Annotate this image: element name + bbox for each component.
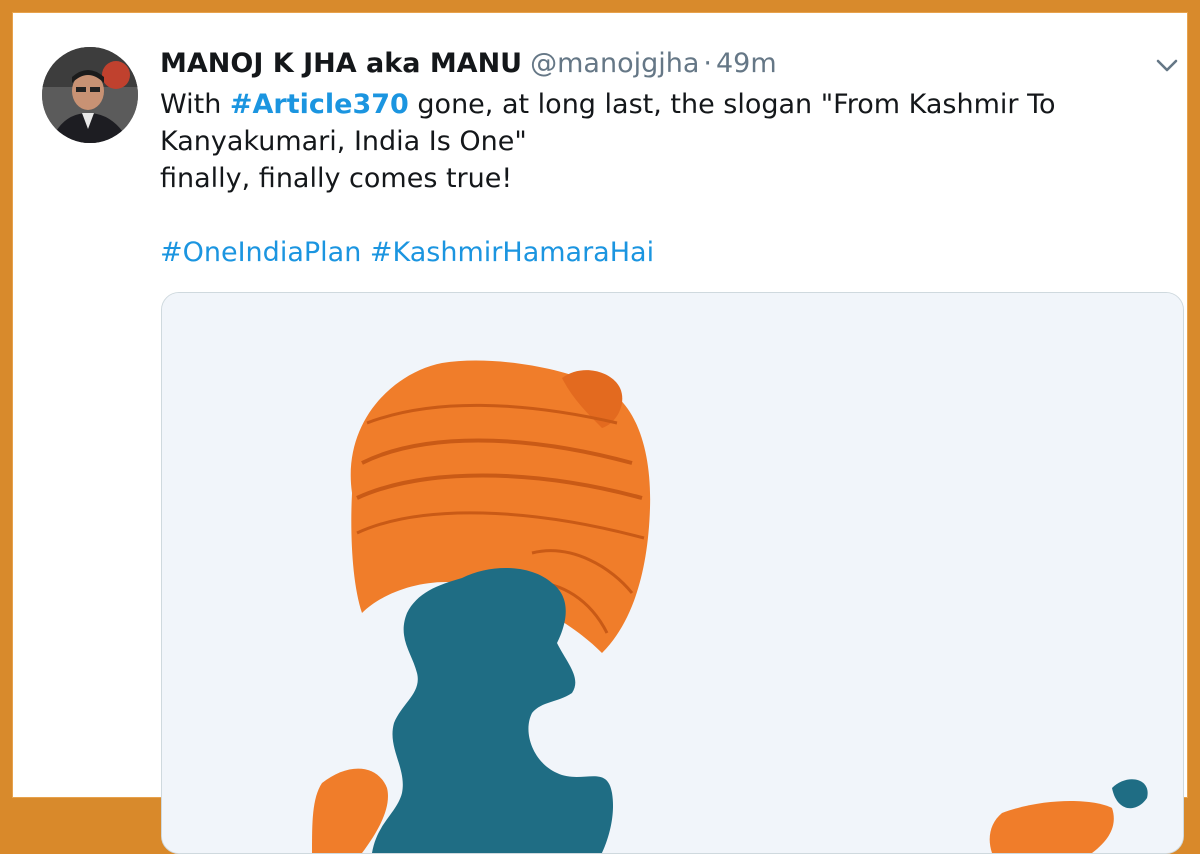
tweet-text-line-2: Kanyakumari, India Is One" [160,126,527,157]
hashtag-kashmirhamarahai[interactable]: #KashmirHamaraHai [370,237,654,268]
separator-dot: · [703,48,712,79]
tweet-text-line-1: With #Article370 gone, at long last, the… [160,89,1056,120]
tweet-card[interactable]: MANOJ K JHA aka MANU @manojgjha · 49m With … [12,12,1188,854]
author-handle[interactable]: @manojgjha [530,48,699,79]
hashtag-article370[interactable]: #Article370 [230,89,409,120]
tweet-text-line-3: finally, finally comes true! [160,163,513,194]
image-frame: MANOJ K JHA aka MANU @manojgjha · 49m With … [0,0,1200,854]
hashtag-oneindiaplan[interactable]: #OneIndiaPlan [160,237,361,268]
chevron-down-icon[interactable] [1152,50,1182,80]
hashtag-list: #OneIndiaPlan #KashmirHamaraHai [160,234,654,271]
tweet-header: MANOJ K JHA aka MANU @manojgjha · 49m [160,46,777,82]
avatar[interactable] [42,47,138,143]
tweet-timestamp[interactable]: 49m [716,48,777,79]
tweet-media-image[interactable] [161,292,1184,854]
author-display-name[interactable]: MANOJ K JHA aka MANU [160,48,522,79]
tweet-text: With #Article370 gone, at long last, the… [160,86,1120,197]
